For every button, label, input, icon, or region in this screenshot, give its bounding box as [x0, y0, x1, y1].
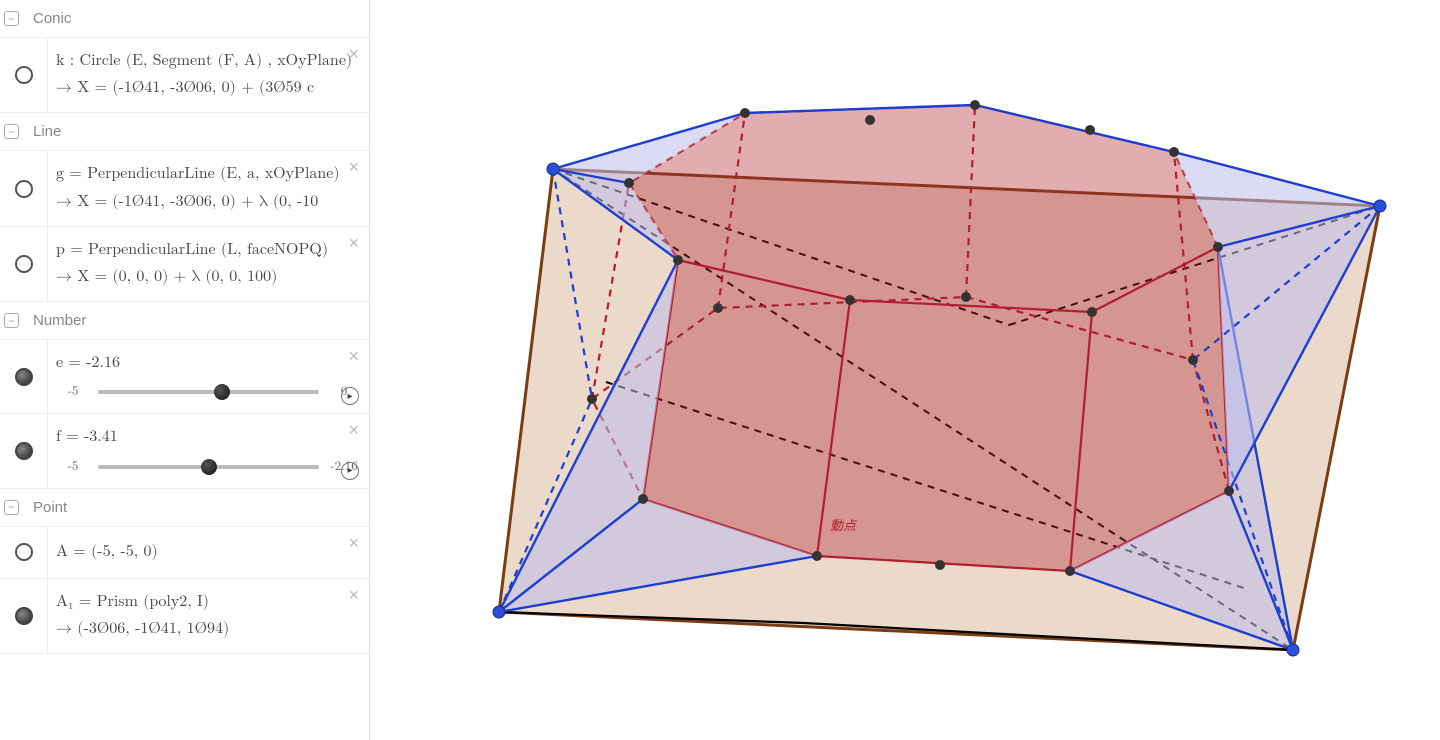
- visibility-marble[interactable]: [15, 368, 33, 386]
- delete-icon[interactable]: ×: [348, 585, 359, 606]
- collapse-icon[interactable]: −: [4, 124, 19, 139]
- visibility-marble[interactable]: [15, 442, 33, 460]
- object-row-g[interactable]: g = PerpendicularLine (E, a, xOyPlane) →…: [0, 151, 369, 226]
- visibility-marble[interactable]: [15, 66, 33, 84]
- object-definition[interactable]: g = PerpendicularLine (E, a, xOyPlane) →…: [48, 151, 369, 225]
- category-point[interactable]: − Point: [0, 489, 369, 527]
- visibility-marble[interactable]: [15, 607, 33, 625]
- delete-icon[interactable]: ×: [348, 44, 359, 65]
- category-line[interactable]: − Line: [0, 113, 369, 151]
- visibility-marble[interactable]: [15, 543, 33, 561]
- category-label: Point: [33, 499, 67, 516]
- visibility-marble[interactable]: [15, 255, 33, 273]
- category-number[interactable]: − Number: [0, 302, 369, 340]
- object-definition[interactable]: k : Circle (E, Segment (F, A) , xOyPlane…: [48, 38, 369, 112]
- category-label: Number: [33, 312, 86, 329]
- object-line2: → X = (-1Ø41, -3Ø06, 0) + (3Ø59 c: [56, 75, 361, 102]
- visibility-toggle[interactable]: [0, 151, 48, 225]
- object-line1: e = -2.16: [56, 350, 361, 377]
- visibility-marble[interactable]: [15, 180, 33, 198]
- slider-min: -5: [56, 456, 90, 478]
- collapse-icon[interactable]: −: [4, 500, 19, 515]
- slider-track[interactable]: [98, 465, 319, 469]
- object-line2: → (-3Ø06, -1Ø41, 1Ø94): [56, 616, 361, 643]
- delete-icon[interactable]: ×: [348, 233, 359, 254]
- category-conic[interactable]: − Conic: [0, 0, 369, 38]
- object-definition[interactable]: f = -3.41 -5 -2.16: [48, 414, 369, 487]
- moving-point-label: 動点: [830, 518, 858, 533]
- object-definition[interactable]: p = PerpendicularLine (L, faceNOPQ) → X …: [48, 227, 369, 301]
- object-row-e[interactable]: e = -2.16 -5 0 × ▸: [0, 340, 369, 414]
- object-row-A1[interactable]: A₁ = Prism (poly2, I) → (-3Ø06, -1Ø41, 1…: [0, 579, 369, 654]
- play-animation-icon[interactable]: ▸: [341, 462, 359, 480]
- slider[interactable]: -5 -2.16: [56, 456, 361, 478]
- object-row-k[interactable]: k : Circle (E, Segment (F, A) , xOyPlane…: [0, 38, 369, 113]
- visibility-toggle[interactable]: [0, 340, 48, 413]
- category-label: Line: [33, 123, 61, 140]
- object-line1: k : Circle (E, Segment (F, A) , xOyPlane…: [56, 48, 361, 75]
- collapse-icon[interactable]: −: [4, 11, 19, 26]
- delete-icon[interactable]: ×: [348, 346, 359, 367]
- object-line2: → X = (-1Ø41, -3Ø06, 0) + λ (0, -10: [56, 189, 361, 216]
- object-line2: → X = (0, 0, 0) + λ (0, 0, 100): [56, 264, 361, 291]
- object-definition[interactable]: A₁ = Prism (poly2, I) → (-3Ø06, -1Ø41, 1…: [48, 579, 369, 653]
- visibility-toggle[interactable]: [0, 38, 48, 112]
- visibility-toggle[interactable]: [0, 414, 48, 487]
- delete-icon[interactable]: ×: [348, 533, 359, 554]
- object-line1: f = -3.41: [56, 424, 361, 451]
- visibility-toggle[interactable]: [0, 579, 48, 653]
- delete-icon[interactable]: ×: [348, 157, 359, 178]
- object-line1: A = (-5, -5, 0): [56, 539, 361, 566]
- slider-thumb[interactable]: [214, 384, 230, 400]
- collapse-icon[interactable]: −: [4, 313, 19, 328]
- object-row-A[interactable]: A = (-5, -5, 0) ×: [0, 527, 369, 579]
- category-label: Conic: [33, 10, 71, 27]
- visibility-toggle[interactable]: [0, 527, 48, 578]
- object-row-f[interactable]: f = -3.41 -5 -2.16 × ▸: [0, 414, 369, 488]
- drawing-canvas[interactable]: 動点: [370, 0, 1440, 740]
- object-line1: A₁ = Prism (poly2, I): [56, 589, 361, 616]
- slider[interactable]: -5 0: [56, 381, 361, 403]
- slider-thumb[interactable]: [201, 459, 217, 475]
- prism-side-1: [817, 300, 1092, 571]
- slider-track[interactable]: [98, 390, 319, 394]
- object-line1: g = PerpendicularLine (E, a, xOyPlane): [56, 161, 361, 188]
- object-line1: p = PerpendicularLine (L, faceNOPQ): [56, 237, 361, 264]
- object-definition[interactable]: e = -2.16 -5 0: [48, 340, 369, 413]
- algebra-panel[interactable]: − Conic k : Circle (E, Segment (F, A) , …: [0, 0, 370, 740]
- object-row-p[interactable]: p = PerpendicularLine (L, faceNOPQ) → X …: [0, 227, 369, 302]
- graphics3d-view[interactable]: 動点: [370, 0, 1440, 740]
- delete-icon[interactable]: ×: [348, 420, 359, 441]
- visibility-toggle[interactable]: [0, 227, 48, 301]
- object-definition[interactable]: A = (-5, -5, 0): [48, 529, 369, 576]
- slider-min: -5: [56, 381, 90, 403]
